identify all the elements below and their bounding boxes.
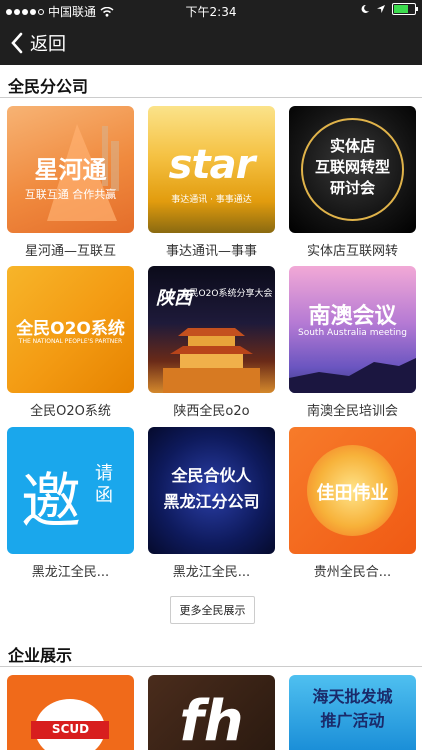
- tile-subtitle: THE NATIONAL PEOPLE'S PARTNER: [18, 338, 123, 345]
- chevron-left-icon: [11, 32, 23, 54]
- nav-bar: 返回: [0, 20, 422, 65]
- grid-caption-3[interactable]: 实体店互联网转: [289, 240, 416, 259]
- enterprise-tile-2[interactable]: fh: [148, 675, 275, 750]
- tile-subtitle: 互联互通 合作共赢: [24, 188, 117, 201]
- grid-tile-9[interactable]: 佳田伟业: [289, 427, 416, 554]
- tile-subtitle: 事达通讯 · 事事通达: [171, 195, 252, 205]
- back-label: 返回: [30, 34, 66, 55]
- grid-caption-6[interactable]: 南澳全民培训会: [289, 400, 416, 419]
- grid-tile-1[interactable]: 星河通 互联互通 合作共赢: [7, 106, 134, 233]
- grid-tile-4[interactable]: 全民O2O系统 THE NATIONAL PEOPLE'S PARTNER: [7, 266, 134, 393]
- enterprise-tile-3[interactable]: 海天批发城 推广活动: [289, 675, 416, 750]
- grid-caption-8[interactable]: 黑龙江全民...: [148, 561, 275, 580]
- grid-tile-6[interactable]: 南澳会议 South Australia meeting: [289, 266, 416, 393]
- back-button[interactable]: 返回: [10, 30, 66, 56]
- grid-caption-4[interactable]: 全民O2O系统: [7, 400, 134, 419]
- grid-tile-8[interactable]: 全民合伙人 黑龙江分公司: [148, 427, 275, 554]
- battery-icon: [392, 3, 418, 15]
- tile-subtitle: South Australia meeting: [298, 328, 407, 338]
- status-bar: 中国联通 下午2:34: [0, 0, 422, 20]
- tile-subtitle: 请函: [95, 463, 113, 506]
- grid-tile-3[interactable]: 实体店 互联网转型 研讨会: [289, 106, 416, 233]
- location-arrow-icon: [377, 5, 385, 13]
- status-time: 下午2:34: [185, 5, 237, 19]
- grid-caption-1[interactable]: 星河通—互联互: [7, 240, 134, 259]
- tile-title: star: [168, 142, 256, 188]
- section-divider: [0, 97, 422, 98]
- tile-subtitle: 全民O2O系统分享大会: [180, 289, 273, 299]
- tile-title: 海天批发城 推广活动: [312, 687, 393, 730]
- section-title-branches: 全民分公司: [8, 77, 89, 96]
- tile-title: 星河通: [34, 156, 107, 184]
- grid-tile-7[interactable]: 邀 请函: [7, 427, 134, 554]
- tile-title: SCUD: [51, 722, 90, 736]
- more-branches-button[interactable]: 更多全民展示: [170, 596, 255, 624]
- tile-title: 邀: [21, 467, 81, 537]
- grid-caption-9[interactable]: 贵州全民合...: [289, 561, 416, 580]
- section-title-enterprise: 企业展示: [8, 646, 73, 665]
- tile-title: fh: [179, 689, 244, 750]
- tile-title: 实体店 互联网转型 研讨会: [314, 137, 390, 197]
- grid-caption-2[interactable]: 事达通讯—事事: [148, 240, 275, 259]
- grid-tile-5[interactable]: 陕西 全民O2O系统分享大会: [148, 266, 275, 393]
- grid-caption-5[interactable]: 陕西全民o2o: [148, 400, 275, 419]
- section-divider: [0, 666, 422, 667]
- tile-title: 南澳会议: [308, 304, 397, 329]
- tile-title: 佳田伟业: [316, 483, 389, 504]
- tile-title: 全民合伙人 黑龙江分公司: [163, 466, 260, 511]
- enterprise-tile-1[interactable]: SCUD: [7, 675, 134, 750]
- grid-tile-2[interactable]: star 事达通讯 · 事事通达: [148, 106, 275, 233]
- status-right: [360, 3, 418, 15]
- tile-title: 全民O2O系统: [16, 319, 125, 339]
- grid-caption-7[interactable]: 黑龙江全民...: [7, 561, 134, 580]
- moon-icon: [361, 4, 369, 13]
